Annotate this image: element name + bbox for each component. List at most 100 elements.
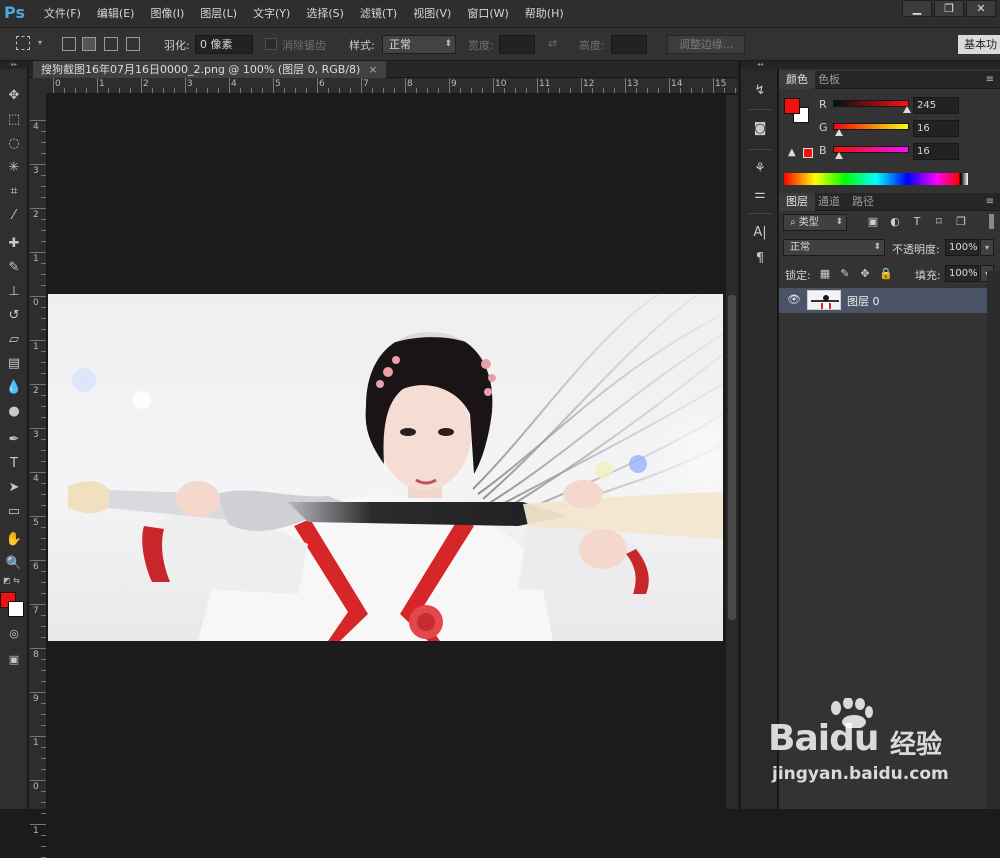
clone-stamp-tool-icon[interactable]: ⊥	[2, 281, 26, 303]
history-panel-icon[interactable]: ↯	[749, 81, 771, 101]
vertical-ruler[interactable]: 43210123456789101	[29, 94, 47, 858]
tab-swatches[interactable]: 色板	[811, 71, 847, 89]
lock-image-icon[interactable]: ✎	[839, 268, 851, 280]
move-tool-icon[interactable]: ✥	[2, 85, 26, 107]
menu-file[interactable]: 文件(F)	[36, 0, 89, 28]
crop-tool-icon[interactable]: ⌗	[2, 181, 26, 203]
workspace-switcher[interactable]: 基本功	[958, 35, 1000, 54]
opacity-dropdown[interactable]: ▾	[980, 239, 994, 256]
menu-window[interactable]: 窗口(W)	[459, 0, 516, 28]
layer-row[interactable]: 👁 图层 0	[779, 288, 987, 313]
strip-collapse-icon[interactable]: ◂◂	[741, 61, 779, 69]
menu-type[interactable]: 文字(Y)	[245, 0, 298, 28]
quick-mask-icon[interactable]: ◎	[2, 623, 26, 645]
fill-input[interactable]: 100%	[945, 265, 979, 282]
restore-button[interactable]: ❐	[934, 0, 964, 17]
zoom-tool-icon[interactable]: 🔍	[2, 553, 26, 575]
eye-icon[interactable]: 👁	[787, 293, 801, 306]
brush-panel-icon[interactable]: ⚘	[749, 159, 771, 179]
refine-edge-button[interactable]: 调整边缘...	[667, 35, 745, 54]
marquee-tool-icon[interactable]: ⬚	[2, 109, 26, 131]
tab-channels[interactable]: 通道	[811, 193, 847, 211]
adjustments-panel-icon[interactable]: ⚌	[749, 185, 771, 205]
minimize-button[interactable]: ▁	[902, 0, 932, 17]
swap-dimensions-icon[interactable]: ⇄	[548, 37, 557, 50]
brush-tool-icon[interactable]: ✎	[2, 257, 26, 279]
menu-help[interactable]: 帮助(H)	[517, 0, 572, 28]
tab-paths[interactable]: 路径	[845, 193, 881, 211]
layer-name[interactable]: 图层 0	[847, 293, 880, 309]
eraser-tool-icon[interactable]: ▱	[2, 329, 26, 351]
blur-tool-icon[interactable]: 💧	[2, 377, 26, 399]
screen-mode-icon[interactable]: ▣	[2, 649, 26, 671]
document-tab[interactable]: 搜狗截图16年07月16日0000_2.png @ 100% (图层 0, RG…	[33, 61, 386, 78]
rect-marquee-preset-icon[interactable]	[16, 36, 30, 50]
toolbox-collapse-icon[interactable]: ▸▸	[0, 61, 28, 69]
green-channel-value[interactable]: 16	[913, 120, 959, 137]
menu-layer[interactable]: 图层(L)	[192, 0, 245, 28]
panel-menu-icon[interactable]: ≡	[986, 74, 994, 85]
filter-smart-object-icon[interactable]: ❐	[955, 216, 967, 228]
document-canvas-image[interactable]	[48, 294, 723, 641]
canvas-scrollbar-thumb[interactable]	[728, 295, 736, 620]
green-slider-thumb[interactable]	[834, 129, 843, 136]
default-colors-icon[interactable]: ◩ ⇆	[3, 576, 20, 585]
type-tool-icon[interactable]: T	[2, 453, 26, 475]
canvas-vertical-scrollbar[interactable]	[726, 95, 738, 809]
character-panel-icon[interactable]: A|	[749, 223, 771, 243]
tab-color[interactable]: 颜色	[779, 71, 815, 89]
antialias-checkbox[interactable]	[265, 38, 277, 50]
close-button[interactable]: ✕	[966, 0, 996, 17]
red-channel-value[interactable]: 245	[913, 97, 959, 114]
menu-image[interactable]: 图像(I)	[142, 0, 192, 28]
filter-pixel-icon[interactable]: ▣	[867, 216, 879, 228]
blue-slider-thumb[interactable]	[834, 152, 843, 159]
width-input[interactable]	[499, 35, 535, 54]
close-tab-icon[interactable]: ×	[368, 63, 377, 76]
new-selection-icon[interactable]	[62, 37, 76, 51]
lasso-tool-icon[interactable]: ◌	[2, 133, 26, 155]
info-panel-icon[interactable]: ◙	[749, 119, 771, 139]
ruler-origin[interactable]	[29, 78, 47, 94]
gamut-warning-icon[interactable]: ▲	[788, 147, 796, 158]
magic-wand-tool-icon[interactable]: ✳	[2, 157, 26, 179]
red-slider-thumb[interactable]	[902, 106, 911, 113]
gradient-tool-icon[interactable]: ▤	[2, 353, 26, 375]
rectangle-tool-icon[interactable]: ▭	[2, 501, 26, 523]
layers-panel-menu-icon[interactable]: ≡	[986, 196, 994, 207]
menu-view[interactable]: 视图(V)	[405, 0, 459, 28]
tab-layers[interactable]: 图层	[779, 193, 815, 211]
filter-toggle-switch[interactable]	[989, 214, 994, 229]
pen-tool-icon[interactable]: ✒	[2, 429, 26, 451]
filter-type-icon[interactable]: T	[911, 216, 923, 228]
history-brush-tool-icon[interactable]: ↺	[2, 305, 26, 327]
filter-shape-icon[interactable]: ⌑	[933, 216, 945, 228]
green-channel-slider[interactable]	[833, 123, 909, 136]
red-channel-slider[interactable]	[833, 100, 911, 113]
horizontal-ruler[interactable]: 0 1 2 3 4 5 6 7 8 9 10 11 12 13 14 15	[47, 78, 747, 94]
color-spectrum-bar[interactable]	[784, 173, 968, 185]
blue-channel-slider[interactable]	[833, 146, 909, 159]
style-select[interactable]: 正常	[382, 35, 456, 54]
menu-select[interactable]: 选择(S)	[298, 0, 352, 28]
opacity-input[interactable]: 100%	[945, 239, 979, 256]
layer-filter-select[interactable]: ⌕ 类型	[783, 214, 847, 231]
subtract-selection-icon[interactable]	[104, 37, 118, 51]
color-fg-swatch[interactable]	[784, 98, 800, 114]
filter-adjustment-icon[interactable]: ◐	[889, 216, 901, 228]
dodge-tool-icon[interactable]: ●	[2, 401, 26, 423]
background-color-swatch[interactable]	[8, 601, 24, 617]
healing-brush-tool-icon[interactable]: ✚	[2, 233, 26, 255]
paragraph-panel-icon[interactable]: ¶	[749, 249, 771, 269]
path-selection-tool-icon[interactable]: ➤	[2, 477, 26, 499]
lock-position-icon[interactable]: ✥	[859, 268, 871, 280]
blue-channel-value[interactable]: 16	[913, 143, 959, 160]
intersect-selection-icon[interactable]	[126, 37, 140, 51]
panels-top-grip[interactable]	[779, 61, 1000, 69]
gamut-color-chip[interactable]	[803, 148, 813, 158]
feather-input[interactable]: 0 像素	[195, 35, 253, 54]
lock-transparent-icon[interactable]: ▦	[819, 268, 831, 280]
menu-filter[interactable]: 滤镜(T)	[352, 0, 405, 28]
blend-mode-select[interactable]: 正常	[783, 239, 885, 256]
lock-all-icon[interactable]: 🔒	[879, 268, 893, 280]
